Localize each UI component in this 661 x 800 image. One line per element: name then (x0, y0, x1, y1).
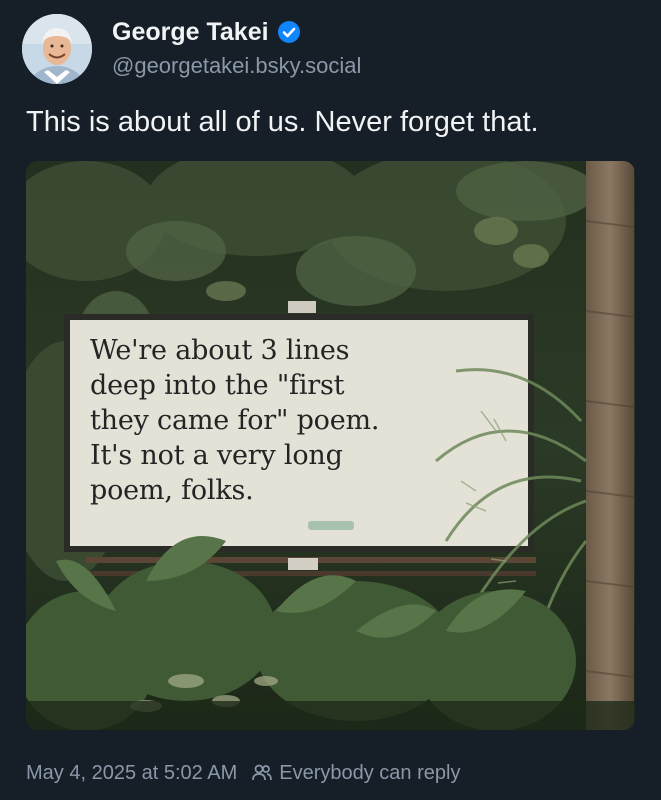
timestamp[interactable]: May 4, 2025 at 5:02 AM (26, 760, 237, 786)
billboard-text: We're about 3 lines deep into the "first… (90, 335, 380, 506)
avatar[interactable] (22, 14, 92, 84)
display-name[interactable]: George Takei (112, 16, 269, 48)
verified-badge-icon (277, 20, 301, 44)
post-text: This is about all of us. Never forget th… (26, 106, 539, 138)
post: George Takei @georgetakei.bsky.social Th… (0, 0, 661, 800)
reply-setting-label: Everybody can reply (279, 762, 461, 784)
post-meta: May 4, 2025 at 5:02 AM Everybody can rep… (26, 760, 460, 786)
people-icon (251, 762, 273, 784)
reply-setting[interactable]: Everybody can reply (251, 760, 460, 786)
author-handle[interactable]: @georgetakei.bsky.social (112, 52, 361, 80)
post-image[interactable]: We're about 3 lines deep into the "first… (26, 161, 635, 730)
avatar-image (22, 14, 92, 84)
author-row: George Takei (112, 16, 301, 48)
